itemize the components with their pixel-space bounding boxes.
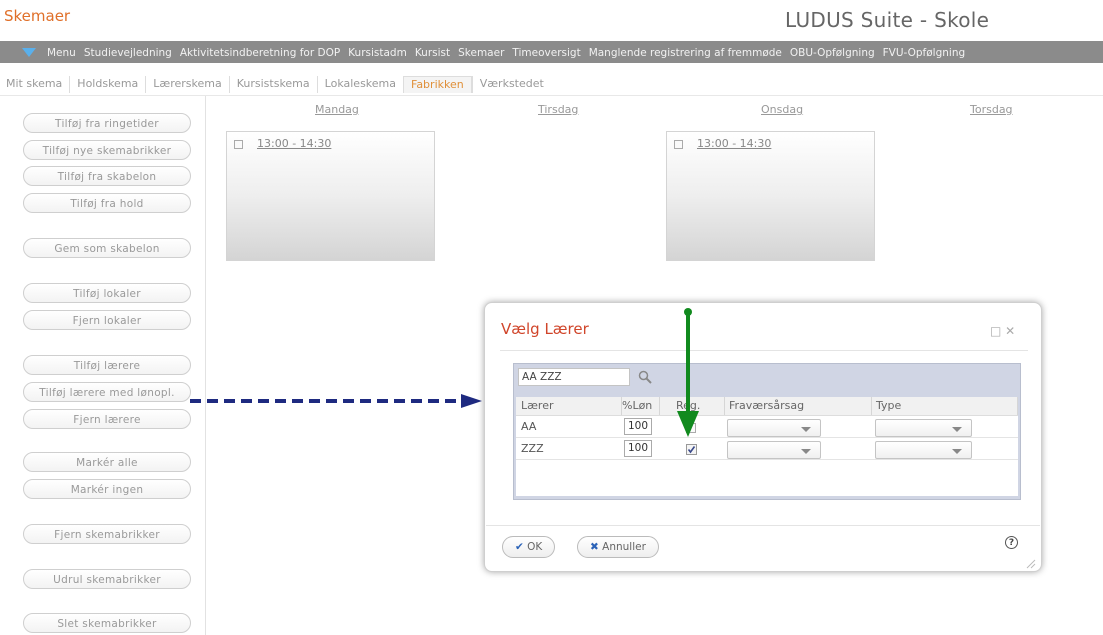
brick-time[interactable]: 13:00 - 14:30 — [257, 137, 331, 150]
help-icon[interactable]: ? — [1005, 536, 1018, 549]
add-from-bell-times-button[interactable]: Tilføj fra ringetider — [23, 113, 191, 133]
brick-checkbox[interactable] — [674, 140, 683, 149]
schedule-brick-monday[interactable]: 13:00 - 14:30 — [226, 131, 435, 261]
brick-time[interactable]: 13:00 - 14:30 — [697, 137, 771, 150]
absence-reason-select[interactable] — [727, 441, 821, 459]
teacher-picker-panel: AA ZZZ Lærer %Løn Reg. Fraværsårsag Type… — [513, 363, 1021, 500]
tab-mit-skema[interactable]: Mit skema — [4, 76, 69, 93]
close-icon[interactable]: ✕ — [1005, 324, 1015, 338]
menu-item-manglende-registrering[interactable]: Manglende registrering af fremmøde — [589, 42, 782, 64]
teacher-search-input[interactable]: AA ZZZ — [518, 368, 630, 386]
add-new-bricks-button[interactable]: Tilføj nye skemabrikker — [23, 140, 191, 160]
add-teachers-with-pay-button[interactable]: Tilføj lærere med lønopl. — [23, 382, 191, 402]
teacher-name: AA — [521, 420, 537, 433]
col-header-type[interactable]: Type — [876, 399, 901, 412]
tab-kursistskema[interactable]: Kursistskema — [228, 76, 317, 93]
type-select[interactable] — [875, 419, 972, 437]
col-divider — [871, 397, 872, 415]
reg-checkbox-checked[interactable] — [686, 444, 697, 455]
day-header-wednesday[interactable]: Onsdag — [761, 103, 803, 116]
remove-rooms-button[interactable]: Fjern lokaler — [23, 310, 191, 330]
teacher-grid: Lærer %Løn Reg. Fraværsårsag Type AA 100… — [516, 397, 1018, 496]
ok-label: OK — [527, 541, 543, 553]
annotation-arrow-green — [677, 308, 699, 437]
col-header-pay[interactable]: %Løn — [622, 399, 652, 412]
mark-none-button[interactable]: Markér ingen — [23, 479, 191, 499]
delete-bricks-button[interactable]: Slet skemabrikker — [23, 613, 191, 633]
day-header-monday[interactable]: Mandag — [315, 103, 359, 116]
brick-checkbox[interactable] — [234, 140, 243, 149]
pay-percent-input[interactable]: 100 — [624, 418, 652, 435]
page-title: Skemaer — [4, 7, 71, 25]
mark-all-button[interactable]: Markér alle — [23, 452, 191, 472]
menu-item-kursist[interactable]: Kursist — [415, 42, 450, 64]
tab-holdskema[interactable]: Holdskema — [69, 76, 145, 93]
sidebar: Tilføj fra ringetider Tilføj nye skemabr… — [0, 96, 206, 635]
tab-laererskema[interactable]: Lærerskema — [145, 76, 228, 93]
day-header-tuesday[interactable]: Tirsdag — [538, 103, 578, 116]
tab-lokaleskema[interactable]: Lokaleskema — [316, 76, 403, 93]
tab-fabrikken[interactable]: Fabrikken — [403, 76, 472, 93]
chevron-down-icon — [952, 449, 962, 454]
col-header-teacher[interactable]: Lærer — [521, 399, 554, 412]
choose-teacher-dialog: Vælg Lærer □ ✕ AA ZZZ Lærer %Løn Reg. Fr… — [484, 302, 1042, 572]
remove-bricks-button[interactable]: Fjern skemabrikker — [23, 524, 191, 544]
resize-grip-icon[interactable] — [1026, 559, 1036, 569]
schedule-brick-wednesday[interactable]: 13:00 - 14:30 — [666, 131, 875, 261]
menu-item-timeoversigt[interactable]: Timeoversigt — [512, 42, 580, 64]
dialog-title-divider — [500, 350, 1028, 351]
col-header-absence[interactable]: Fraværsårsag — [729, 399, 804, 412]
roll-out-bricks-button[interactable]: Udrul skemabrikker — [23, 569, 191, 589]
teacher-name: ZZZ — [521, 442, 544, 455]
menu-item-menu[interactable]: Menu — [47, 42, 76, 64]
grid-header: Lærer %Løn Reg. Fraværsårsag Type — [516, 397, 1018, 416]
chevron-down-icon — [952, 427, 962, 432]
chevron-down-icon — [801, 449, 811, 454]
save-template-button[interactable]: Gem som skabelon — [23, 238, 191, 258]
cancel-label: Annuller — [602, 541, 646, 553]
dialog-window-controls: □ ✕ — [990, 324, 1015, 338]
menu-item-obu-opfolgning[interactable]: OBU-Opfølgning — [790, 42, 875, 64]
ok-button[interactable]: ✔ OK — [502, 536, 556, 558]
checkmark-icon: ✔ — [515, 541, 524, 553]
dialog-footer-divider — [486, 525, 1040, 526]
menu-item-skemaer[interactable]: Skemaer — [458, 42, 504, 64]
add-teachers-button[interactable]: Tilføj lærere — [23, 355, 191, 375]
pay-percent-input[interactable]: 100 — [624, 440, 652, 457]
col-divider — [724, 397, 725, 415]
menu-item-studievejledning[interactable]: Studievejledning — [84, 42, 172, 64]
cancel-button[interactable]: ✖ Annuller — [577, 536, 659, 558]
col-divider — [659, 397, 660, 415]
menu-item-aktivitetsindberetning[interactable]: Aktivitetsindberetning for DOP — [180, 42, 340, 64]
dialog-title: Vælg Lærer — [501, 320, 589, 338]
suite-title: LUDUS Suite - Skole — [785, 8, 990, 32]
chevron-down-icon — [801, 427, 811, 432]
menu-triangle-icon[interactable] — [22, 48, 36, 57]
add-from-template-button[interactable]: Tilføj fra skabelon — [23, 166, 191, 186]
col-divider — [621, 397, 622, 415]
add-rooms-button[interactable]: Tilføj lokaler — [23, 283, 191, 303]
maximize-icon[interactable]: □ — [990, 324, 1001, 338]
menu-items: Menu Studievejledning Aktivitetsindberet… — [47, 42, 973, 64]
tab-vaerkstedet[interactable]: Værkstedet — [471, 76, 551, 93]
menu-item-fvu-opfolgning[interactable]: FVU-Opfølgning — [883, 42, 966, 64]
menu-item-kursistadm[interactable]: Kursistadm — [348, 42, 407, 64]
search-icon[interactable] — [638, 370, 652, 384]
table-row[interactable]: ZZZ 100 — [516, 438, 1018, 460]
day-header-thursday[interactable]: Torsdag — [970, 103, 1013, 116]
col-divider — [1017, 397, 1018, 415]
remove-teachers-button[interactable]: Fjern lærere — [23, 409, 191, 429]
add-from-class-button[interactable]: Tilføj fra hold — [23, 193, 191, 213]
tab-bar: Mit skema Holdskema Lærerskema Kursistsk… — [4, 76, 551, 93]
x-icon: ✖ — [590, 541, 599, 553]
absence-reason-select[interactable] — [727, 419, 821, 437]
annotation-arrow-blue — [190, 394, 482, 408]
table-row[interactable]: AA 100 — [516, 416, 1018, 438]
type-select[interactable] — [875, 441, 972, 459]
